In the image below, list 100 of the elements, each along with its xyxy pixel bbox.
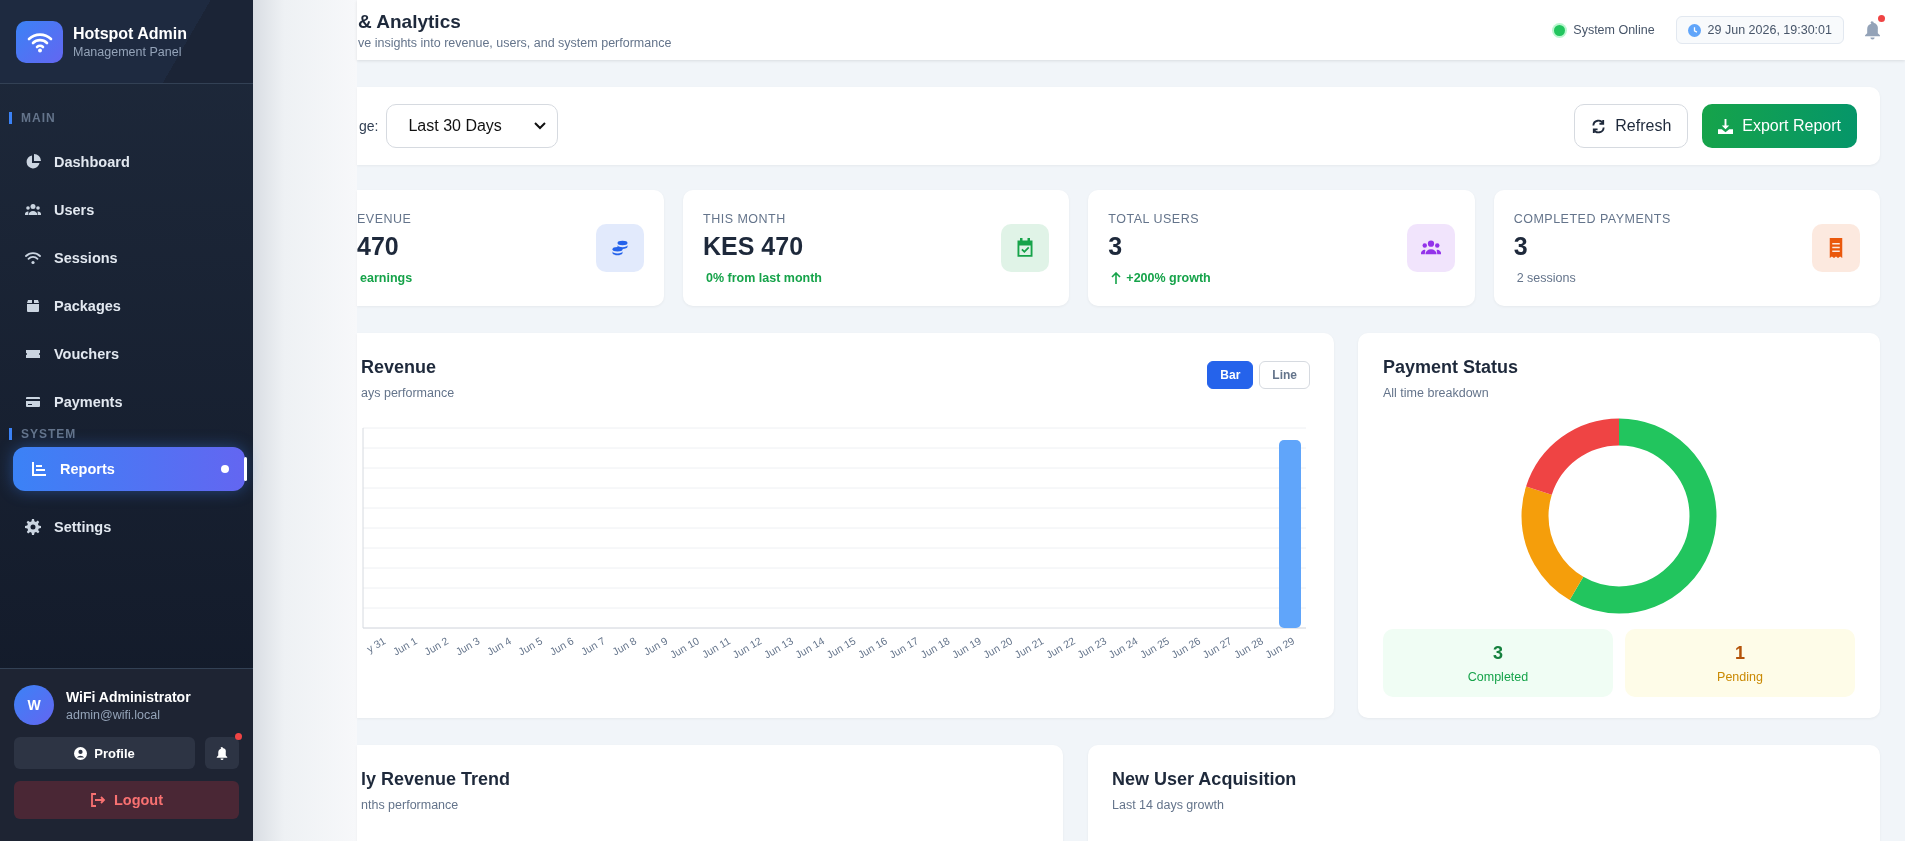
user-email: admin@wifi.local xyxy=(66,707,161,722)
x-axis-label: Jun 27 xyxy=(1200,634,1234,658)
x-axis-label: Jun 26 xyxy=(1169,634,1203,658)
nav-item[interactable]: Sessions xyxy=(10,234,243,282)
tile-label: Pending xyxy=(1717,669,1763,684)
stat-label: THIS MONTH xyxy=(703,211,787,226)
x-axis-label: Jun 13 xyxy=(761,634,795,658)
x-axis-label: Jun 5 xyxy=(516,634,545,658)
user-circle-icon xyxy=(74,746,88,760)
x-axis-label: Jun 6 xyxy=(547,634,576,658)
stat-label: TOTAL USERS xyxy=(1108,211,1201,226)
stat-note: earnings xyxy=(360,270,413,285)
refresh-button[interactable]: Refresh xyxy=(1574,104,1689,148)
section-heading: SYSTEM xyxy=(9,428,243,440)
page-subtitle: ve insights into revenue, users, and system performance xyxy=(358,35,672,50)
export-button[interactable]: Export Report xyxy=(1702,104,1857,148)
active-indicator-bar xyxy=(244,457,247,481)
x-axis-label: Jun 25 xyxy=(1137,634,1171,658)
stat-note: 2 sessions xyxy=(1516,270,1576,285)
x-axis-label: Jun 3 xyxy=(453,634,482,658)
x-axis-label: Jun 14 xyxy=(793,634,827,658)
nav-item[interactable]: Packages xyxy=(10,282,243,330)
stat-label: EVENUE xyxy=(357,211,413,226)
card-title: ly Revenue Trend xyxy=(361,769,512,790)
stat-value: 470 xyxy=(357,231,400,261)
logout-icon xyxy=(89,793,106,807)
chart-subtitle: ays performance xyxy=(361,386,455,400)
x-axis-label: Jun 2 xyxy=(422,634,451,658)
card-title: New User Acquisition xyxy=(1112,769,1298,790)
package-icon xyxy=(25,298,41,314)
tile-value: 3 xyxy=(1493,642,1503,664)
x-axis-label: Jun 29 xyxy=(1263,634,1297,658)
x-axis-label: Jun 28 xyxy=(1231,634,1265,658)
download-icon xyxy=(1718,118,1734,134)
wifi-logo-icon xyxy=(16,21,63,63)
x-axis-label: Jun 20 xyxy=(981,634,1015,658)
arrow-up-icon xyxy=(1111,271,1122,284)
card-subtitle: All time breakdown xyxy=(1383,386,1490,400)
x-axis-label: Jun 22 xyxy=(1043,634,1077,658)
status-label: System Online xyxy=(1573,23,1655,37)
x-axis-label: Jun 1 xyxy=(390,634,419,658)
wifi-icon xyxy=(25,250,41,266)
user-avatar: W xyxy=(14,685,54,725)
stat-value: KES 470 xyxy=(703,231,805,261)
clock-icon xyxy=(1687,23,1701,37)
bar-chart-icon xyxy=(31,461,47,477)
logout-button[interactable]: Logout xyxy=(14,781,239,819)
stat-value: 3 xyxy=(1108,231,1124,261)
x-axis-label: Jun 9 xyxy=(641,634,670,658)
stat-note: +200% growth xyxy=(1126,270,1211,285)
notification-bell-icon[interactable] xyxy=(1864,20,1881,40)
nav-item[interactable]: Dashboard xyxy=(10,138,243,186)
card-title: Payment Status xyxy=(1383,357,1520,378)
x-axis-label: Jun 18 xyxy=(918,634,952,658)
x-axis-label: Jun 8 xyxy=(610,634,639,658)
x-axis-label: Jun 4 xyxy=(484,634,513,658)
x-axis-label: Jun 15 xyxy=(824,634,858,658)
nav-item[interactable]: Payments xyxy=(10,378,243,426)
chart-type-toggle[interactable]: Line xyxy=(1259,361,1310,389)
date-range-select[interactable]: Last 30 Days xyxy=(386,104,559,148)
x-axis-label: Jun 23 xyxy=(1075,634,1109,658)
card-subtitle: nths performance xyxy=(361,798,460,812)
x-axis-label: Jun 17 xyxy=(887,634,921,658)
nav-item[interactable]: Users xyxy=(10,186,243,234)
x-axis-label: Jun 11 xyxy=(699,634,733,658)
x-axis-label: Jun 21 xyxy=(1012,634,1046,658)
datetime-badge: 29 Jun 2026, 19:30:01 xyxy=(1675,16,1844,44)
x-axis-label: Jun 16 xyxy=(855,634,889,658)
credit-card-icon xyxy=(25,394,41,410)
x-axis-label: Jun 12 xyxy=(730,634,764,658)
brand-title: Hotspot Admin xyxy=(73,25,188,43)
chart-title: Revenue xyxy=(361,357,438,378)
chart-type-toggle[interactable]: Bar xyxy=(1207,361,1254,389)
x-axis-label: Jun 19 xyxy=(949,634,983,658)
pie-chart-icon xyxy=(25,154,41,170)
stat-value: 3 xyxy=(1513,231,1529,261)
bell-icon xyxy=(216,746,228,760)
tile-label: Completed xyxy=(1467,669,1529,684)
section-heading: MAIN xyxy=(9,112,243,124)
x-axis-label: Jun 7 xyxy=(578,634,607,658)
page-title: & Analytics xyxy=(358,10,462,33)
card-subtitle: Last 14 days growth xyxy=(1112,798,1225,812)
range-label: ge: xyxy=(359,118,379,134)
user-name: WiFi Administrator xyxy=(66,688,191,705)
settings-icon xyxy=(25,519,41,535)
x-axis-label: y 31 xyxy=(364,634,388,655)
users-icon xyxy=(25,202,41,218)
nav-item[interactable]: Vouchers xyxy=(10,330,243,378)
brand-subtitle: Management Panel xyxy=(73,45,183,59)
active-indicator-dot xyxy=(221,465,229,473)
x-axis-label: Jun 10 xyxy=(667,634,701,658)
profile-button[interactable]: Profile xyxy=(14,737,195,769)
nav-item[interactable]: Reports xyxy=(13,447,245,491)
refresh-icon xyxy=(1591,118,1607,134)
stat-label: COMPLETED PAYMENTS xyxy=(1513,211,1671,226)
x-axis-label: Jun 24 xyxy=(1106,634,1140,658)
nav-item[interactable]: Settings xyxy=(10,503,243,551)
chevron-down-icon xyxy=(534,122,547,130)
stat-note: 0% from last month xyxy=(706,270,822,285)
tile-value: 1 xyxy=(1735,642,1745,664)
